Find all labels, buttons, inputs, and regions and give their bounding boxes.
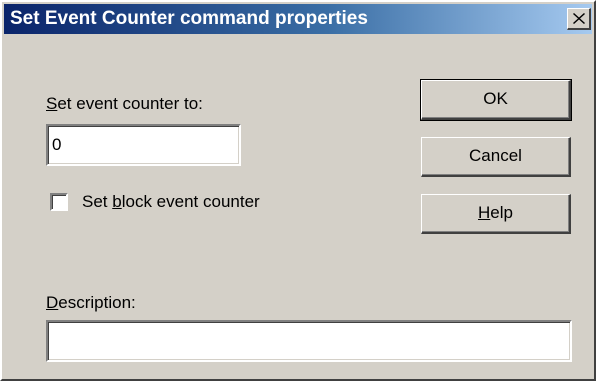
description-label: Description: <box>46 293 136 312</box>
block-event-counter-label[interactable]: Set block event counter <box>82 192 260 212</box>
event-counter-label: Set event counter to: <box>46 94 203 113</box>
window-title: Set Event Counter command properties <box>10 8 368 29</box>
cancel-button-label: Cancel <box>469 146 522 165</box>
close-button[interactable] <box>567 8 591 30</box>
ok-button[interactable]: OK <box>420 79 572 121</box>
ok-button-label: OK <box>483 89 508 108</box>
help-button-label: Help <box>478 203 513 222</box>
cancel-button[interactable]: Cancel <box>421 137 571 177</box>
dialog-window: Set Event Counter command properties Set… <box>0 0 596 381</box>
close-icon <box>573 13 585 24</box>
title-bar[interactable]: Set Event Counter command properties <box>4 4 592 34</box>
block-event-counter-checkbox[interactable] <box>50 193 68 211</box>
event-counter-input[interactable] <box>46 124 241 166</box>
description-input[interactable] <box>46 320 572 362</box>
help-button[interactable]: Help <box>421 194 571 234</box>
